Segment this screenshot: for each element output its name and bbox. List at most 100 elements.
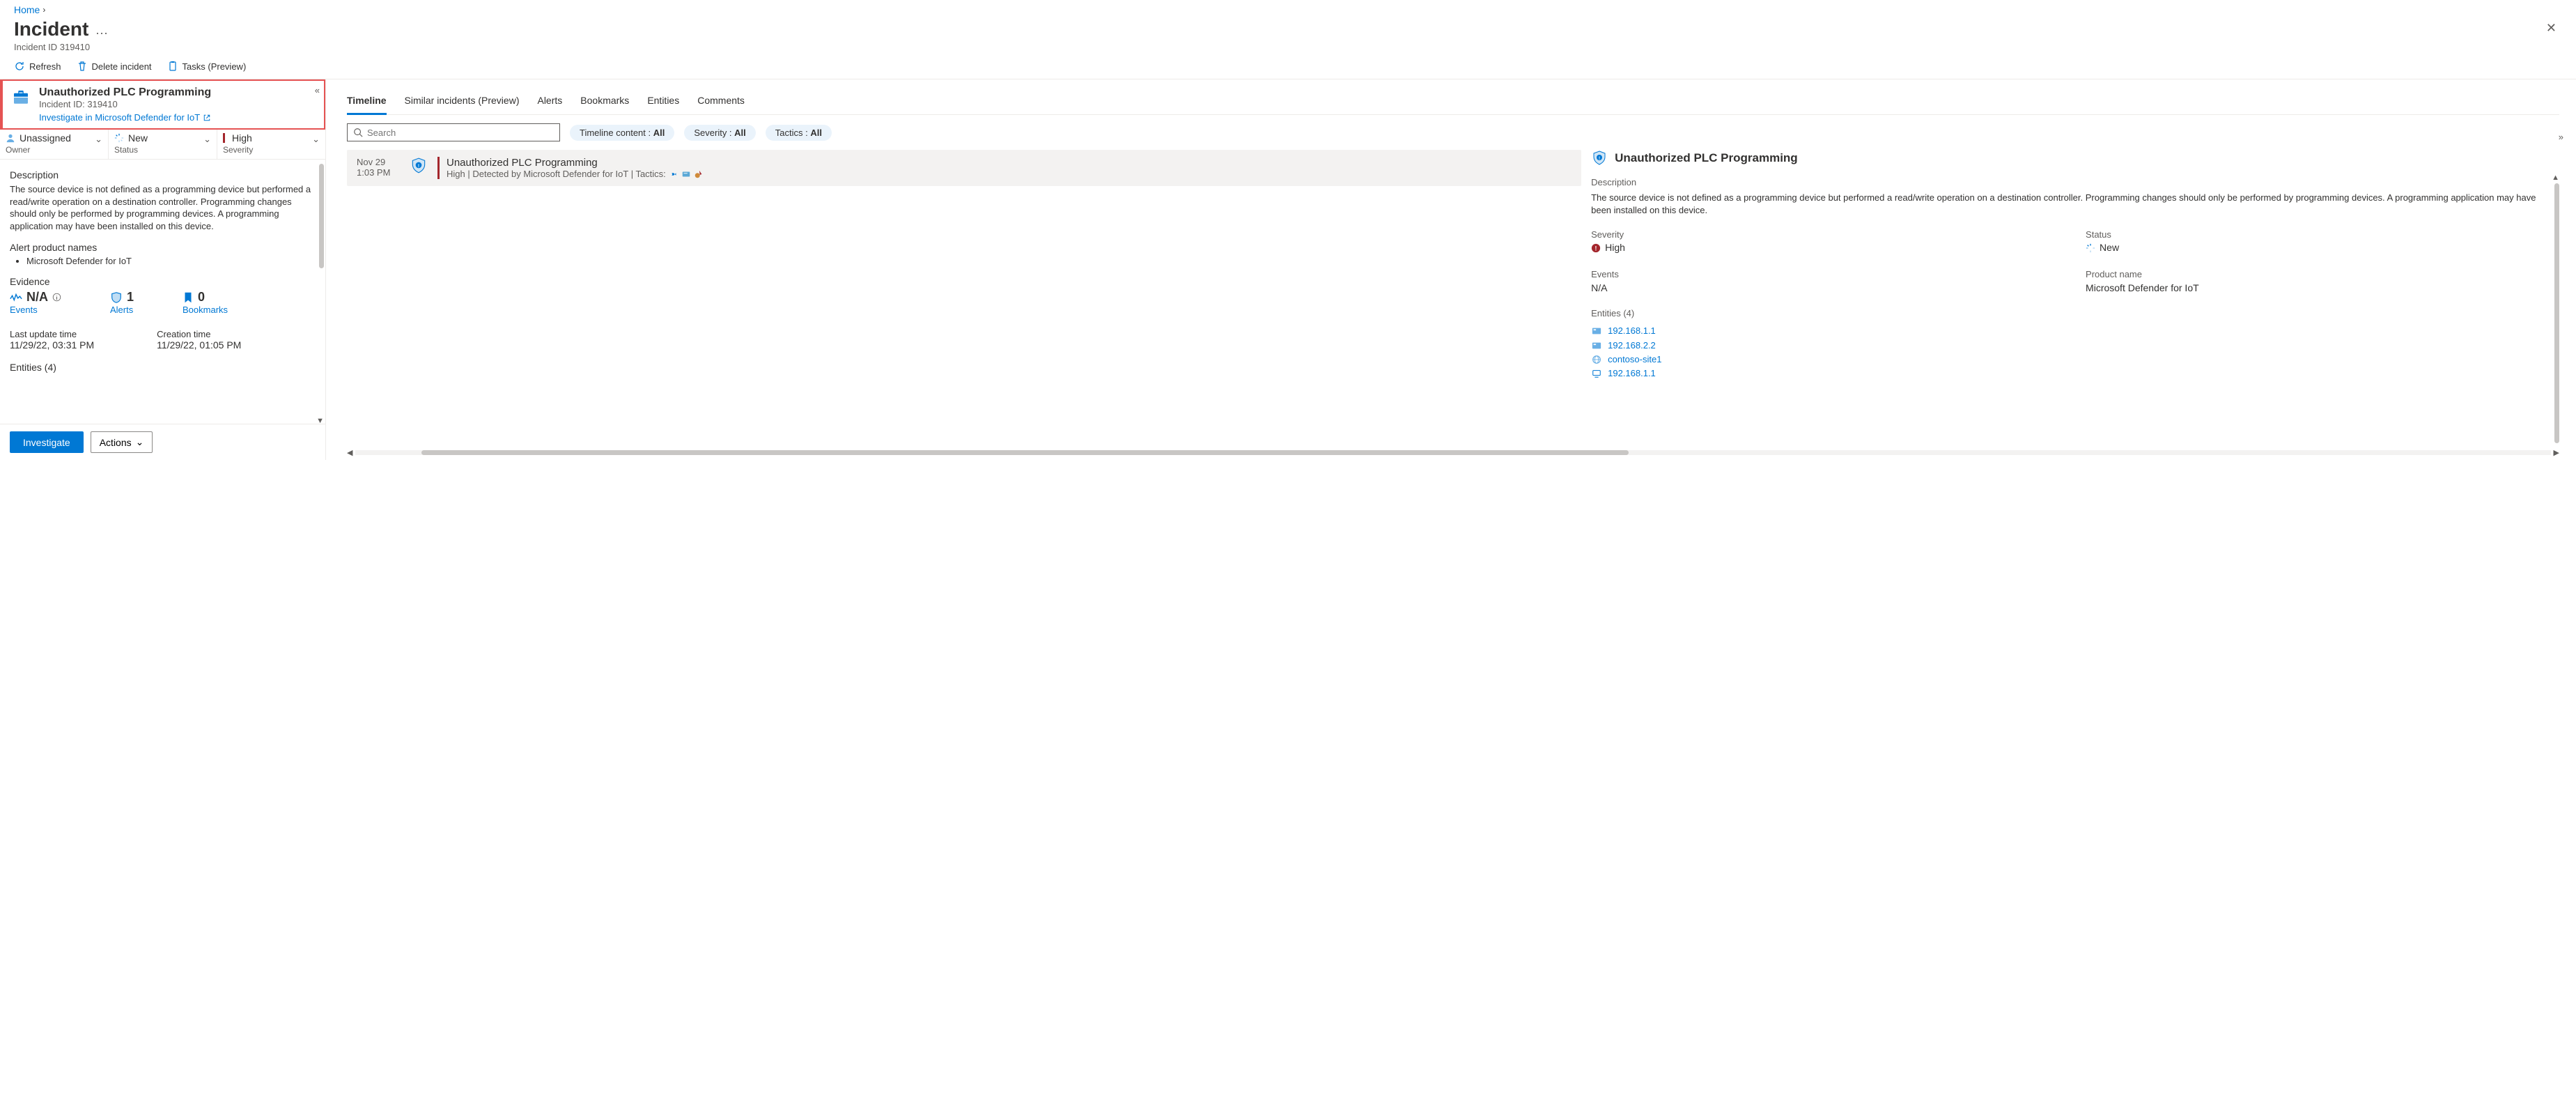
clipboard-icon: [167, 61, 178, 72]
search-icon: [353, 128, 363, 137]
page-subtitle: Incident ID 319410: [14, 42, 108, 52]
entities-heading: Entities (4): [10, 362, 316, 373]
detail-description-text: The source device is not defined as a pr…: [1591, 192, 2552, 217]
incident-title: Unauthorized PLC Programming: [39, 86, 211, 99]
collapse-left-icon[interactable]: «: [315, 85, 320, 95]
filter-tactics[interactable]: Tactics : All: [766, 125, 832, 141]
more-icon[interactable]: ···: [95, 26, 108, 40]
tab-comments[interactable]: Comments: [697, 91, 745, 114]
tab-entities[interactable]: Entities: [647, 91, 679, 114]
incident-card[interactable]: « Unauthorized PLC Programming Incident …: [0, 79, 325, 130]
chevron-down-icon[interactable]: ⌄: [312, 134, 320, 145]
alert-timestamp: Nov 29 1:03 PM: [357, 157, 400, 178]
alert-shield-icon: !: [410, 157, 428, 175]
chevron-down-icon: ⌄: [136, 436, 144, 448]
external-link-icon: [203, 114, 211, 122]
chevron-right-icon: ›: [42, 5, 45, 15]
tactic-impact-icon: [694, 169, 704, 179]
investigate-button[interactable]: Investigate: [10, 431, 84, 453]
page-title: Incident: [14, 18, 88, 40]
svg-text:!: !: [1599, 157, 1600, 161]
collapse-right-icon[interactable]: »: [2559, 132, 2563, 142]
last-update-value: 11/29/22, 03:31 PM: [10, 339, 94, 351]
detail-entities-label: Entities (4): [1591, 307, 2552, 320]
briefcase-icon: [10, 86, 32, 109]
chevron-down-icon[interactable]: ⌄: [95, 134, 102, 145]
tab-bar: Timeline Similar incidents (Preview) Ale…: [347, 91, 2559, 115]
toolbar: Refresh Delete incident Tasks (Preview): [0, 58, 2576, 79]
detail-severity-value: ! High: [1591, 241, 2058, 255]
close-button[interactable]: ✕: [2540, 18, 2562, 38]
horizontal-scrollbar[interactable]: ◀ ▶: [347, 448, 2559, 457]
scroll-right-arrow[interactable]: ▶: [2554, 448, 2559, 457]
tab-timeline[interactable]: Timeline: [347, 91, 387, 115]
delete-incident-button[interactable]: Delete incident: [77, 61, 152, 72]
breadcrumb: Home ›: [0, 0, 2576, 15]
chevron-down-icon[interactable]: ⌄: [203, 134, 211, 145]
status-cell[interactable]: New Status ⌄: [109, 130, 217, 159]
status-new-icon: [114, 133, 124, 143]
status-new-icon: [2086, 243, 2095, 253]
svg-text:!: !: [418, 164, 419, 169]
detail-severity-label: Severity: [1591, 229, 2058, 241]
entity-item[interactable]: contoso-site1: [1591, 353, 2552, 367]
tab-similar-incidents[interactable]: Similar incidents (Preview): [405, 91, 520, 114]
owner-cell[interactable]: Unassigned Owner ⌄: [0, 130, 109, 159]
detail-product-label: Product name: [2086, 268, 2552, 281]
detail-title: Unauthorized PLC Programming: [1615, 151, 1798, 165]
tactic-execution-icon: [681, 169, 691, 179]
filter-timeline-content[interactable]: Timeline content : All: [570, 125, 674, 141]
scrollbar-thumb[interactable]: [319, 164, 324, 268]
description-text: The source device is not defined as a pr…: [10, 183, 316, 232]
tasks-button[interactable]: Tasks (Preview): [167, 61, 247, 72]
tab-bookmarks[interactable]: Bookmarks: [580, 91, 629, 114]
evidence-heading: Evidence: [10, 276, 316, 287]
incident-id: Incident ID: 319410: [39, 99, 211, 109]
timeline-alert-card[interactable]: Nov 29 1:03 PM ! Unauthorized PLC Progra…: [347, 150, 1581, 186]
events-icon: [10, 291, 22, 304]
entity-item[interactable]: 192.168.1.1: [1591, 367, 2552, 380]
severity-high-icon: !: [1591, 243, 1601, 253]
detail-events-label: Events: [1591, 268, 2058, 281]
severity-cell[interactable]: High Severity ⌄: [217, 130, 325, 159]
svg-text:!: !: [1595, 245, 1597, 252]
bookmark-icon: [183, 291, 194, 304]
refresh-icon: [14, 61, 25, 72]
evidence-alerts[interactable]: 1 Alerts: [110, 290, 134, 315]
search-box[interactable]: [347, 123, 560, 141]
detail-status-label: Status: [2086, 229, 2552, 241]
incident-main-panel: Timeline Similar incidents (Preview) Ale…: [326, 79, 2576, 460]
site-icon: [1591, 354, 1602, 365]
detail-events-value: N/A: [1591, 282, 2058, 295]
alert-detail-panel: » ▲ ! Unauthorized PLC Programming Descr…: [1581, 150, 2559, 460]
entity-item[interactable]: 192.168.1.1: [1591, 324, 2552, 338]
incident-side-panel: « Unauthorized PLC Programming Incident …: [0, 79, 326, 460]
breadcrumb-home[interactable]: Home: [14, 4, 40, 15]
scroll-left-arrow[interactable]: ◀: [347, 448, 352, 457]
actions-button[interactable]: Actions ⌄: [91, 431, 153, 453]
description-heading: Description: [10, 169, 316, 180]
evidence-bookmarks[interactable]: 0 Bookmarks: [183, 290, 228, 315]
alert-shield-icon: !: [1591, 150, 1608, 167]
severity-bar-icon: [223, 133, 225, 143]
investigate-defender-link[interactable]: Investigate in Microsoft Defender for Io…: [39, 112, 211, 123]
tab-alerts[interactable]: Alerts: [537, 91, 562, 114]
alert-title: Unauthorized PLC Programming: [447, 157, 1572, 169]
shield-icon: [110, 291, 123, 304]
alert-products-heading: Alert product names: [10, 242, 316, 253]
alert-product-item: Microsoft Defender for IoT: [26, 256, 316, 266]
trash-icon: [77, 61, 88, 72]
creation-label: Creation time: [157, 329, 241, 339]
refresh-button[interactable]: Refresh: [14, 61, 61, 72]
filter-severity[interactable]: Severity : All: [684, 125, 755, 141]
tactic-lateral-icon: [669, 169, 678, 179]
search-input[interactable]: [367, 128, 554, 138]
evidence-events[interactable]: N/A i Events: [10, 290, 61, 315]
svg-text:i: i: [56, 295, 57, 301]
entity-item[interactable]: 192.168.2.2: [1591, 339, 2552, 353]
status-row: Unassigned Owner ⌄ New Status ⌄ High Sev…: [0, 130, 325, 160]
ip-icon: [1591, 340, 1602, 351]
person-icon: [6, 133, 15, 143]
detail-description-label: Description: [1591, 176, 2552, 189]
device-icon: [1591, 368, 1602, 379]
